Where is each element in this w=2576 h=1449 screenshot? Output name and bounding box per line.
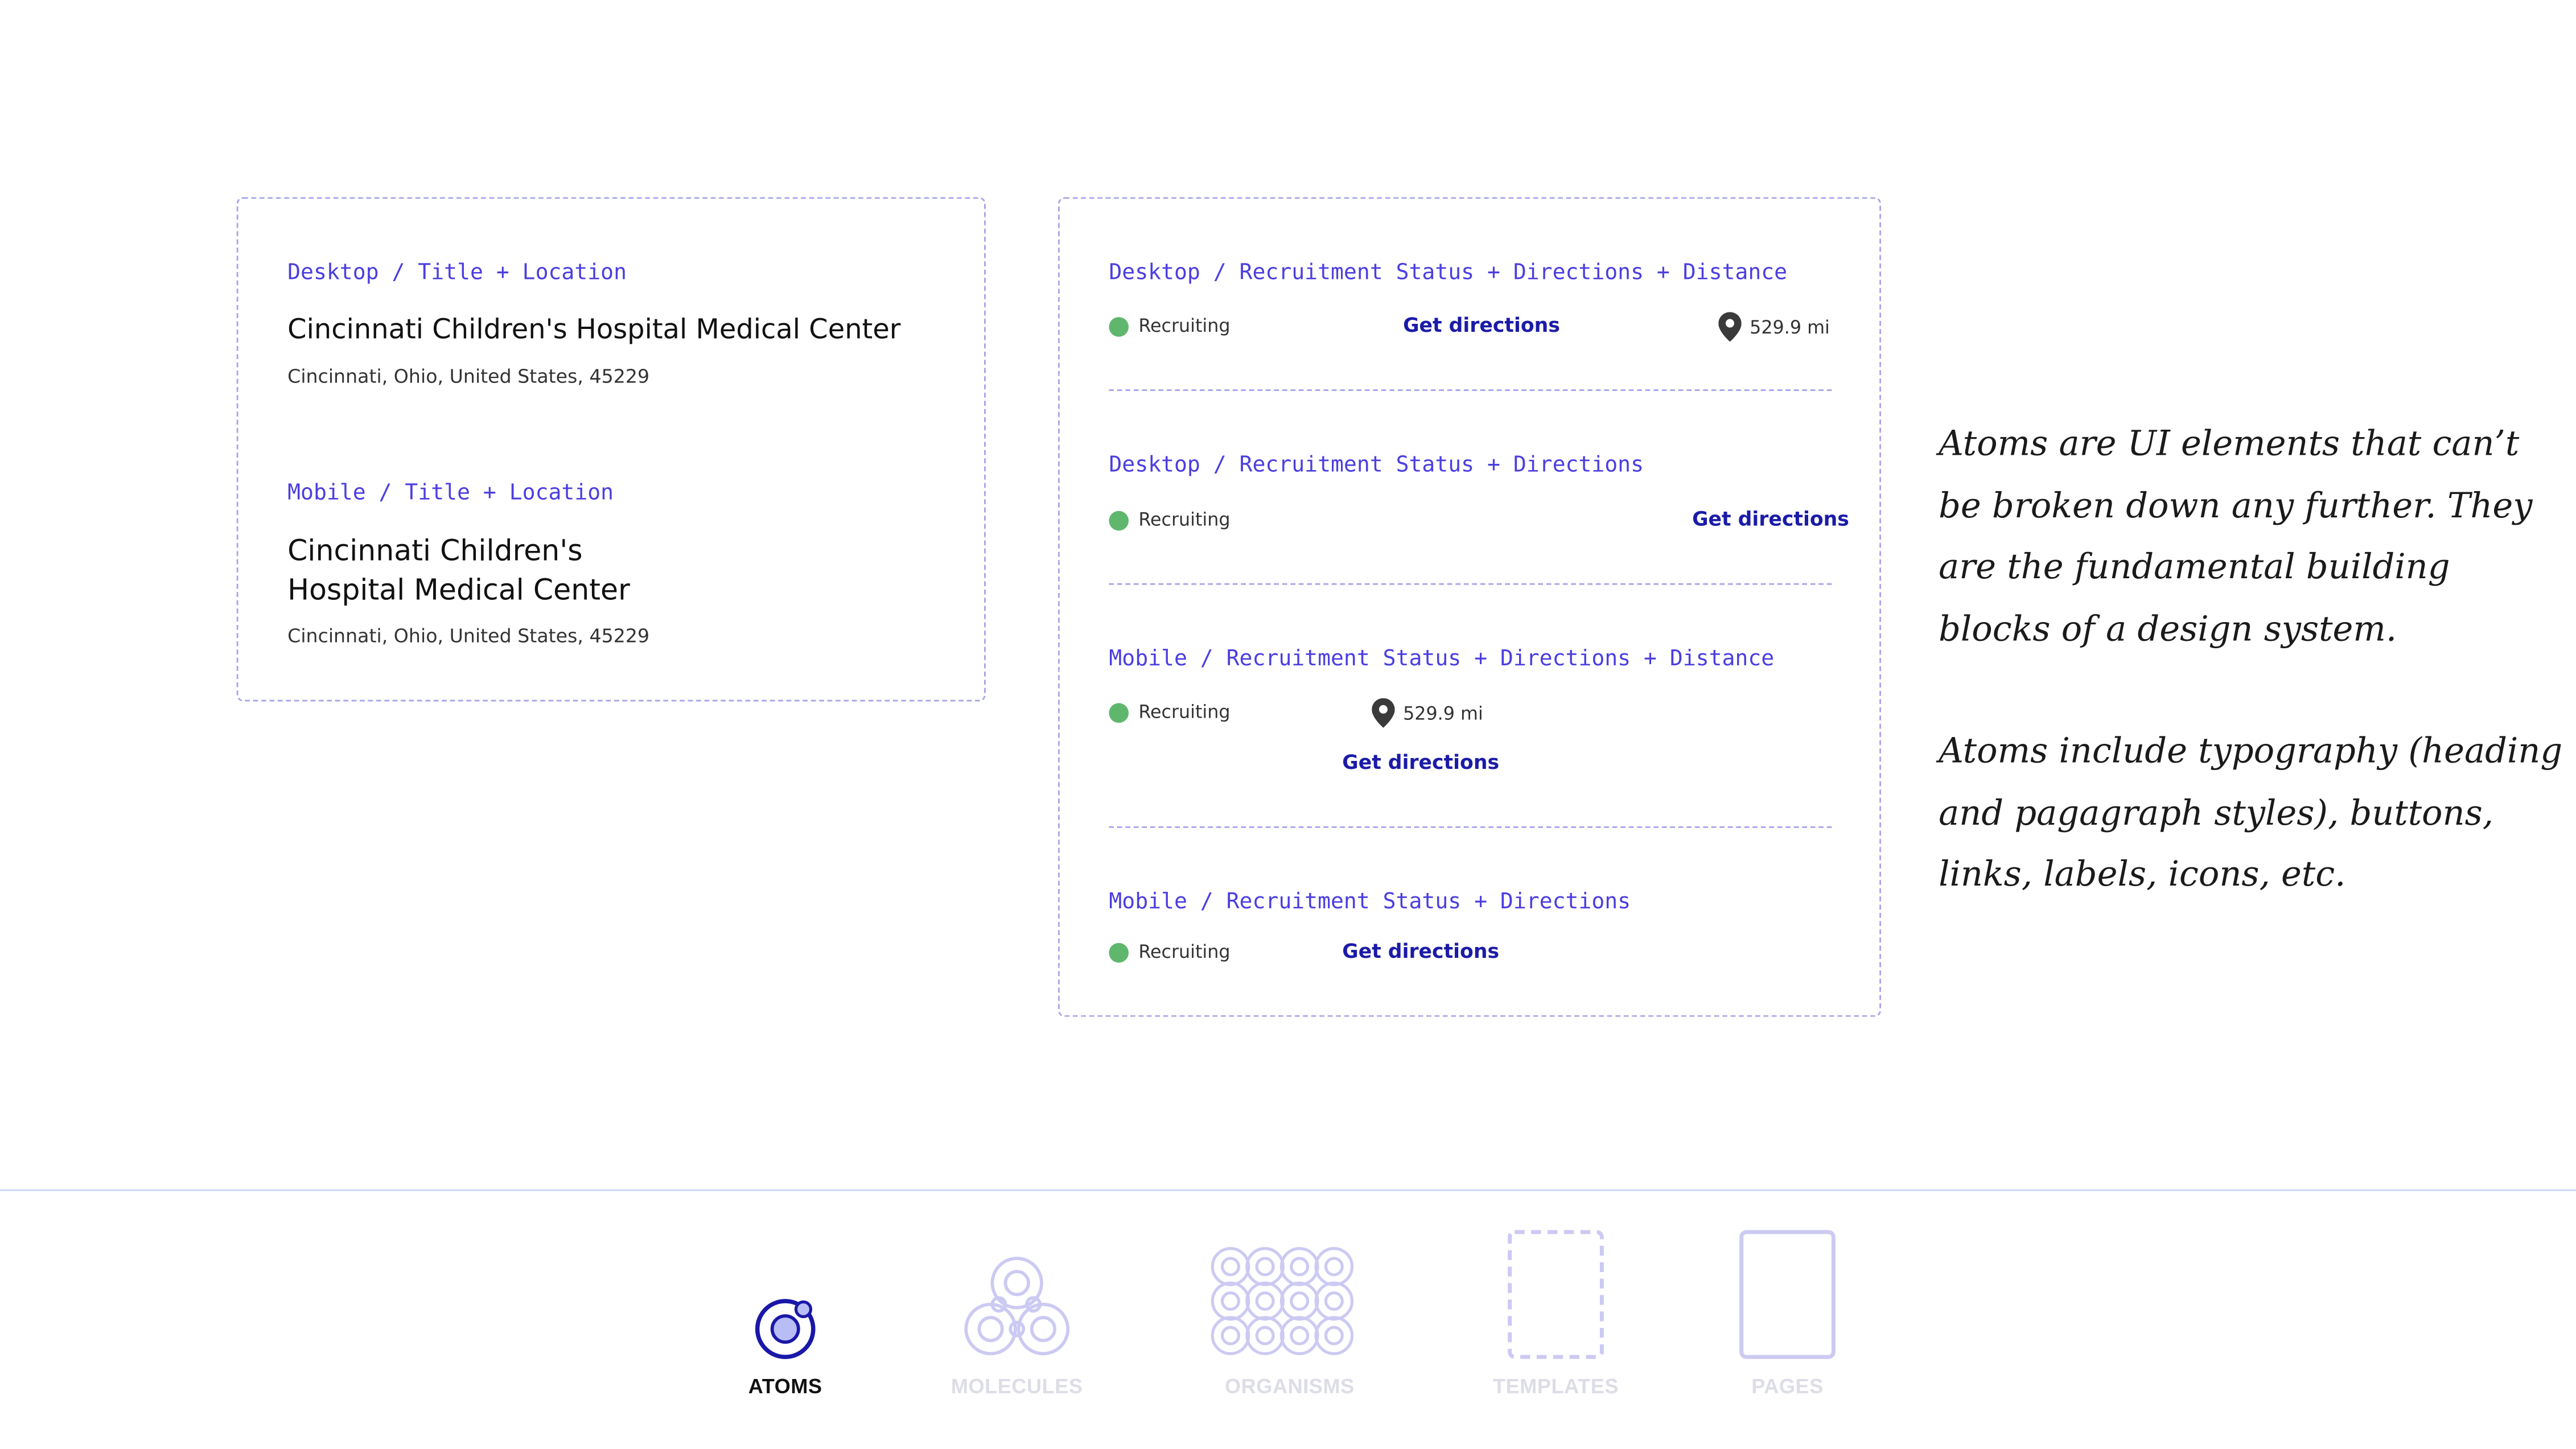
- atoms-description: Atoms are UI elements that can’t be brok…: [1939, 414, 2563, 966]
- nav-item-templates[interactable]: TEMPLATES: [1490, 1224, 1622, 1398]
- nav-item-molecules[interactable]: MOLECULES: [943, 1224, 1091, 1398]
- distance-readout: 529.9 mi: [1372, 698, 1483, 728]
- get-directions-link[interactable]: Get directions: [1342, 940, 1499, 962]
- nav-item-organisms[interactable]: ORGANISMS: [1208, 1224, 1372, 1398]
- desktop-title-location-label: Desktop / Title + Location: [287, 261, 627, 286]
- title-location-card: Desktop / Title + Location Cincinnati Ch…: [236, 197, 986, 702]
- nav-label-organisms: ORGANISMS: [1225, 1375, 1355, 1398]
- status-label: Recruiting: [1138, 509, 1231, 531]
- status-label: Recruiting: [1138, 941, 1231, 963]
- nav-label-pages: PAGES: [1751, 1375, 1824, 1398]
- distance-readout: 529.9 mi: [1718, 312, 1830, 342]
- nav-item-atoms[interactable]: ATOMS: [730, 1224, 841, 1398]
- section-divider: [1109, 389, 1832, 391]
- mobile-hospital-title-line2: Hospital Medical Center: [287, 575, 630, 608]
- mobile-title-location-label: Mobile / Title + Location: [287, 481, 614, 507]
- section-divider: [1109, 826, 1832, 828]
- mobile-status-directions-distance-label: Mobile / Recruitment Status + Directions…: [1109, 647, 1775, 672]
- mobile-hospital-address: Cincinnati, Ohio, United States, 45229: [287, 624, 650, 648]
- distance-label: 529.9 mi: [1750, 316, 1830, 338]
- desktop-hospital-address: Cincinnati, Ohio, United States, 45229: [287, 364, 650, 388]
- recruiting-status: Recruiting: [1109, 509, 1231, 531]
- nav-label-molecules: MOLECULES: [950, 1375, 1083, 1398]
- status-dot-icon: [1109, 702, 1129, 722]
- recruiting-status: Recruiting: [1109, 701, 1231, 723]
- status-label: Recruiting: [1138, 701, 1231, 723]
- status-label: Recruiting: [1138, 315, 1231, 337]
- status-dot-icon: [1109, 510, 1129, 530]
- get-directions-link[interactable]: Get directions: [1692, 508, 1849, 530]
- desktop-status-directions-label: Desktop / Recruitment Status + Direction…: [1109, 453, 1644, 478]
- recruiting-status: Recruiting: [1109, 315, 1231, 337]
- mobile-status-directions-label: Mobile / Recruitment Status + Directions: [1109, 890, 1631, 915]
- mobile-hospital-title-line1: Cincinnati Children's: [287, 535, 583, 569]
- mobile-hospital-title: Cincinnati Children's Hospital Medical C…: [287, 532, 630, 611]
- page-icon: [1739, 1230, 1836, 1359]
- desktop-hospital-title: Cincinnati Children's Hospital Medical C…: [287, 314, 901, 345]
- atoms-description-paragraph-2: Atoms include typography (heading and pa…: [1939, 731, 2563, 894]
- atom-icon: [755, 1299, 816, 1360]
- section-divider: [1109, 583, 1832, 585]
- atoms-description-paragraph-1: Atoms are UI elements that can’t be brok…: [1939, 423, 2533, 648]
- distance-label: 529.9 mi: [1403, 702, 1483, 724]
- status-dot-icon: [1109, 942, 1129, 962]
- nav-item-pages[interactable]: PAGES: [1725, 1224, 1850, 1398]
- recruitment-status-card: Desktop / Recruitment Status + Direction…: [1057, 197, 1882, 1017]
- map-pin-icon: [1372, 698, 1395, 728]
- map-pin-icon: [1718, 312, 1742, 342]
- recruiting-status: Recruiting: [1109, 941, 1231, 963]
- stage: Desktop / Title + Location Cincinnati Ch…: [0, 0, 2576, 1446]
- nav-label-templates: TEMPLATES: [1492, 1375, 1619, 1398]
- status-dot-icon: [1109, 316, 1129, 336]
- molecule-icon: [964, 1257, 1070, 1356]
- get-directions-link[interactable]: Get directions: [1342, 751, 1499, 773]
- organism-icon: [1211, 1247, 1354, 1356]
- desktop-status-directions-distance-label: Desktop / Recruitment Status + Direction…: [1109, 261, 1788, 286]
- get-directions-link[interactable]: Get directions: [1403, 314, 1560, 336]
- nav-label-atoms: ATOMS: [748, 1375, 822, 1398]
- template-icon: [1508, 1230, 1604, 1359]
- nav-divider: [0, 1189, 2576, 1191]
